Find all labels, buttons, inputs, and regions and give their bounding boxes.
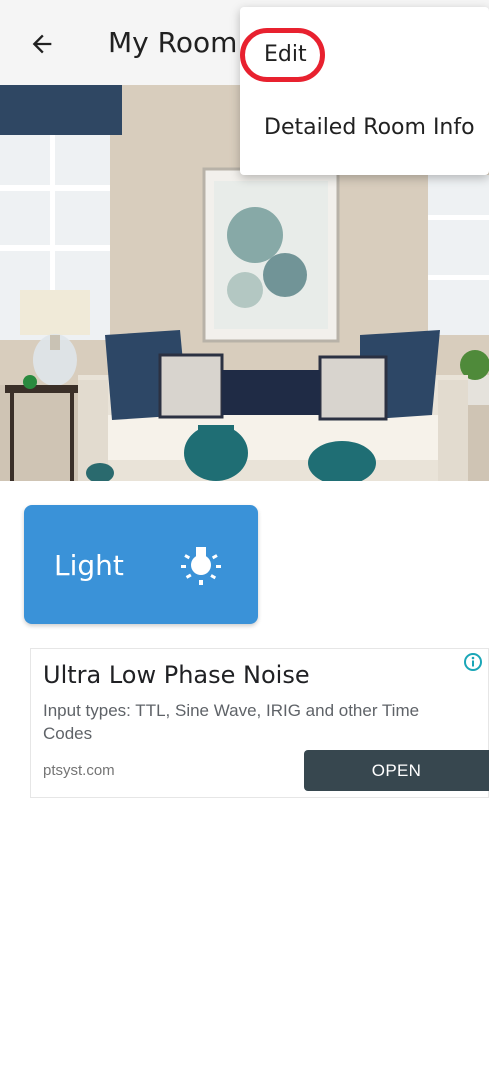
ad-open-button[interactable]: OPEN	[304, 750, 489, 791]
ad-description: Input types: TTL, Sine Wave, IRIG and ot…	[43, 701, 420, 743]
arrow-back-icon	[32, 34, 52, 54]
menu-item-detailed-room-info[interactable]: Detailed Room Info	[264, 115, 475, 140]
back-button[interactable]	[18, 20, 66, 68]
lightbulb-icon	[181, 547, 221, 585]
info-icon[interactable]	[463, 652, 483, 672]
light-label: Light	[54, 549, 124, 582]
menu-item-edit[interactable]: Edit	[264, 42, 307, 67]
page-title: My Room	[108, 26, 238, 59]
overflow-menu: Edit Detailed Room Info	[240, 7, 489, 175]
ad-domain: ptsyst.com	[43, 762, 115, 779]
light-device-card[interactable]: Light	[24, 505, 258, 624]
ad-title[interactable]: Ultra Low Phase Noise	[43, 661, 310, 689]
